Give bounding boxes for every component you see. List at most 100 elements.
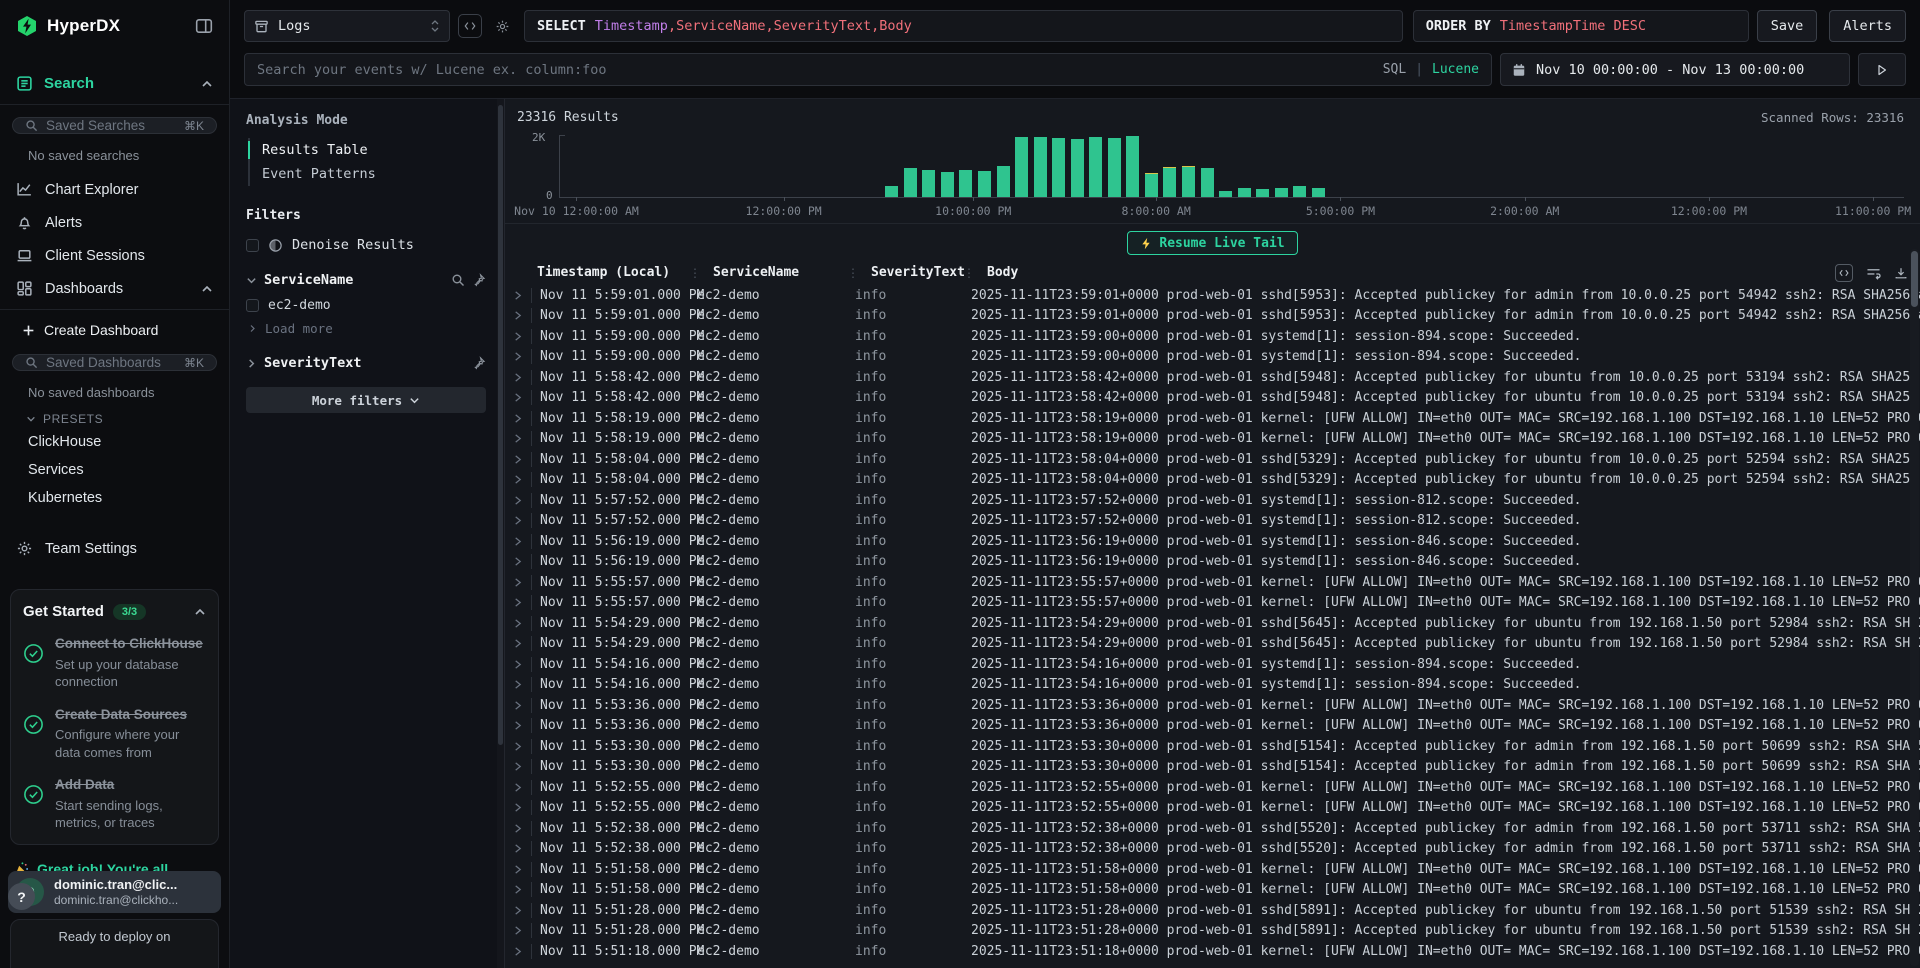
histogram-bar[interactable] [1015, 137, 1028, 197]
histogram-bar[interactable] [1312, 188, 1325, 197]
histogram-bar[interactable] [1238, 188, 1251, 197]
run-query-play-button[interactable] [1858, 53, 1906, 86]
log-row[interactable]: Nov 11 5:59:00.000 PM ec2-demo info 2025… [505, 347, 1920, 368]
log-row[interactable]: Nov 11 5:59:00.000 PM ec2-demo info 2025… [505, 326, 1920, 347]
histogram-bar[interactable] [922, 170, 935, 197]
presets-toggle[interactable]: PRESETS [0, 400, 229, 428]
log-row[interactable]: Nov 11 5:53:36.000 PM ec2-demo info 2025… [505, 716, 1920, 737]
log-row[interactable]: Nov 11 5:55:57.000 PM ec2-demo info 2025… [505, 593, 1920, 614]
expand-row-chevron-icon[interactable] [505, 823, 531, 834]
log-row[interactable]: Nov 11 5:57:52.000 PM ec2-demo info 2025… [505, 511, 1920, 532]
log-row[interactable]: Nov 11 5:59:01.000 PM ec2-demo info 2025… [505, 306, 1920, 327]
column-timestamp[interactable]: Timestamp (Local) [537, 265, 703, 280]
column-servicename[interactable]: ⋮ServiceName [703, 265, 861, 280]
get-started-header[interactable]: Get Started 3/3 [23, 603, 206, 620]
histogram-bar[interactable] [1275, 188, 1288, 197]
expand-row-chevron-icon[interactable] [505, 515, 531, 526]
histogram-bar[interactable] [1201, 168, 1214, 197]
tab-results-table[interactable]: Results Table [250, 138, 486, 162]
column-body[interactable]: ⋮Body [977, 265, 1920, 280]
get-started-item[interactable]: Create Data Sources Configure where your… [23, 706, 206, 762]
column-resize-handle[interactable]: ⋮ [963, 266, 975, 280]
log-row[interactable]: Nov 11 5:59:01.000 PM ec2-demo info 2025… [505, 285, 1920, 306]
log-row[interactable]: Nov 11 5:56:19.000 PM ec2-demo info 2025… [505, 552, 1920, 573]
sidebar-item-chart-explorer[interactable]: Chart Explorer [0, 173, 229, 206]
denoise-checkbox[interactable] [246, 239, 259, 252]
log-row[interactable]: Nov 11 5:56:19.000 PM ec2-demo info 2025… [505, 531, 1920, 552]
histogram-bar[interactable] [1089, 137, 1102, 197]
deploy-teaser-card[interactable]: Ready to deploy on [10, 919, 219, 968]
saved-searches-field[interactable] [46, 118, 176, 133]
log-row[interactable]: Nov 11 5:51:28.000 PM ec2-demo info 2025… [505, 921, 1920, 942]
event-search-input[interactable]: SQL | Lucene [244, 53, 1492, 86]
log-row[interactable]: Nov 11 5:58:19.000 PM ec2-demo info 2025… [505, 408, 1920, 429]
source-select[interactable]: Logs [244, 10, 450, 42]
histogram-bar[interactable] [978, 171, 991, 197]
log-row[interactable]: Nov 11 5:53:30.000 PM ec2-demo info 2025… [505, 736, 1920, 757]
column-resize-handle[interactable]: ⋮ [847, 266, 859, 280]
expand-row-chevron-icon[interactable] [505, 290, 531, 301]
expand-row-chevron-icon[interactable] [505, 310, 531, 321]
expand-row-chevron-icon[interactable] [505, 372, 531, 383]
expand-row-chevron-icon[interactable] [505, 536, 531, 547]
column-severitytext[interactable]: ⋮SeverityText [861, 265, 977, 280]
histogram-bar[interactable] [904, 168, 917, 197]
log-row[interactable]: Nov 11 5:58:04.000 PM ec2-demo info 2025… [505, 449, 1920, 470]
source-settings-gear-icon[interactable] [490, 14, 514, 38]
histogram-bar[interactable] [1163, 167, 1176, 197]
histogram-bar[interactable] [1145, 173, 1158, 197]
pin-icon[interactable] [472, 273, 486, 287]
wrap-lines-icon[interactable] [1866, 267, 1881, 280]
expand-row-chevron-icon[interactable] [505, 925, 531, 936]
edit-source-code-icon[interactable] [458, 14, 482, 38]
download-icon[interactable] [1894, 266, 1908, 280]
expand-row-chevron-icon[interactable] [505, 331, 531, 342]
lucene-search-field[interactable] [257, 62, 1373, 78]
help-button[interactable]: ? [8, 883, 35, 910]
expand-row-chevron-icon[interactable] [505, 638, 531, 649]
table-source-code-icon[interactable] [1835, 264, 1853, 282]
expand-row-chevron-icon[interactable] [505, 618, 531, 629]
get-started-item[interactable]: Add Data Start sending logs, metrics, or… [23, 776, 206, 832]
log-row[interactable]: Nov 11 5:55:57.000 PM ec2-demo info 2025… [505, 572, 1920, 593]
filters-scrollbar[interactable] [497, 99, 504, 968]
log-row[interactable]: Nov 11 5:54:16.000 PM ec2-demo info 2025… [505, 675, 1920, 696]
histogram-bar[interactable] [1071, 139, 1084, 197]
select-columns-input[interactable]: SELECTTimestamp,ServiceName,SeverityText… [524, 10, 1403, 42]
expand-row-chevron-icon[interactable] [505, 433, 531, 444]
histogram-bar[interactable] [1293, 186, 1306, 197]
expand-row-chevron-icon[interactable] [505, 843, 531, 854]
expand-row-chevron-icon[interactable] [505, 946, 531, 957]
table-scrollbar[interactable] [1910, 249, 1919, 966]
expand-row-chevron-icon[interactable] [505, 392, 531, 403]
sidebar-item-alerts[interactable]: Alerts [0, 206, 229, 239]
alerts-button[interactable]: Alerts [1829, 10, 1906, 42]
pin-icon[interactable] [472, 356, 486, 370]
date-range-picker[interactable]: Nov 10 00:00:00 - Nov 13 00:00:00 [1500, 53, 1850, 86]
expand-row-chevron-icon[interactable] [505, 556, 531, 567]
more-filters-button[interactable]: More filters [246, 387, 486, 413]
log-row[interactable]: Nov 11 5:52:55.000 PM ec2-demo info 2025… [505, 798, 1920, 819]
histogram-bar[interactable] [1256, 189, 1269, 197]
log-row[interactable]: Nov 11 5:58:19.000 PM ec2-demo info 2025… [505, 429, 1920, 450]
expand-row-chevron-icon[interactable] [505, 679, 531, 690]
save-button[interactable]: Save [1757, 10, 1818, 42]
log-row[interactable]: Nov 11 5:51:58.000 PM ec2-demo info 2025… [505, 880, 1920, 901]
ec2-demo-checkbox[interactable] [246, 299, 259, 312]
expand-row-chevron-icon[interactable] [505, 864, 531, 875]
sidebar-item-search[interactable]: Search [0, 64, 229, 105]
user-menu[interactable]: D dominic.tran@clic... dominic.tran@clic… [8, 871, 221, 913]
saved-dashboards-input[interactable]: ⌘K [12, 354, 217, 371]
histogram-bar[interactable] [941, 172, 954, 197]
log-row[interactable]: Nov 11 5:53:30.000 PM ec2-demo info 2025… [505, 757, 1920, 778]
histogram-bar[interactable] [1126, 136, 1139, 197]
expand-row-chevron-icon[interactable] [505, 884, 531, 895]
order-by-input[interactable]: ORDER BYTimestampTime DESC [1413, 10, 1749, 42]
log-row[interactable]: Nov 11 5:51:18.000 PM ec2-demo info 2025… [505, 941, 1920, 962]
log-row[interactable]: Nov 11 5:54:16.000 PM ec2-demo info 2025… [505, 654, 1920, 675]
sql-toggle[interactable]: SQL [1383, 62, 1406, 77]
log-row[interactable]: Nov 11 5:58:42.000 PM ec2-demo info 2025… [505, 388, 1920, 409]
log-row[interactable]: Nov 11 5:57:52.000 PM ec2-demo info 2025… [505, 490, 1920, 511]
expand-row-chevron-icon[interactable] [505, 495, 531, 506]
get-started-item[interactable]: Connect to ClickHouse Set up your databa… [23, 635, 206, 691]
